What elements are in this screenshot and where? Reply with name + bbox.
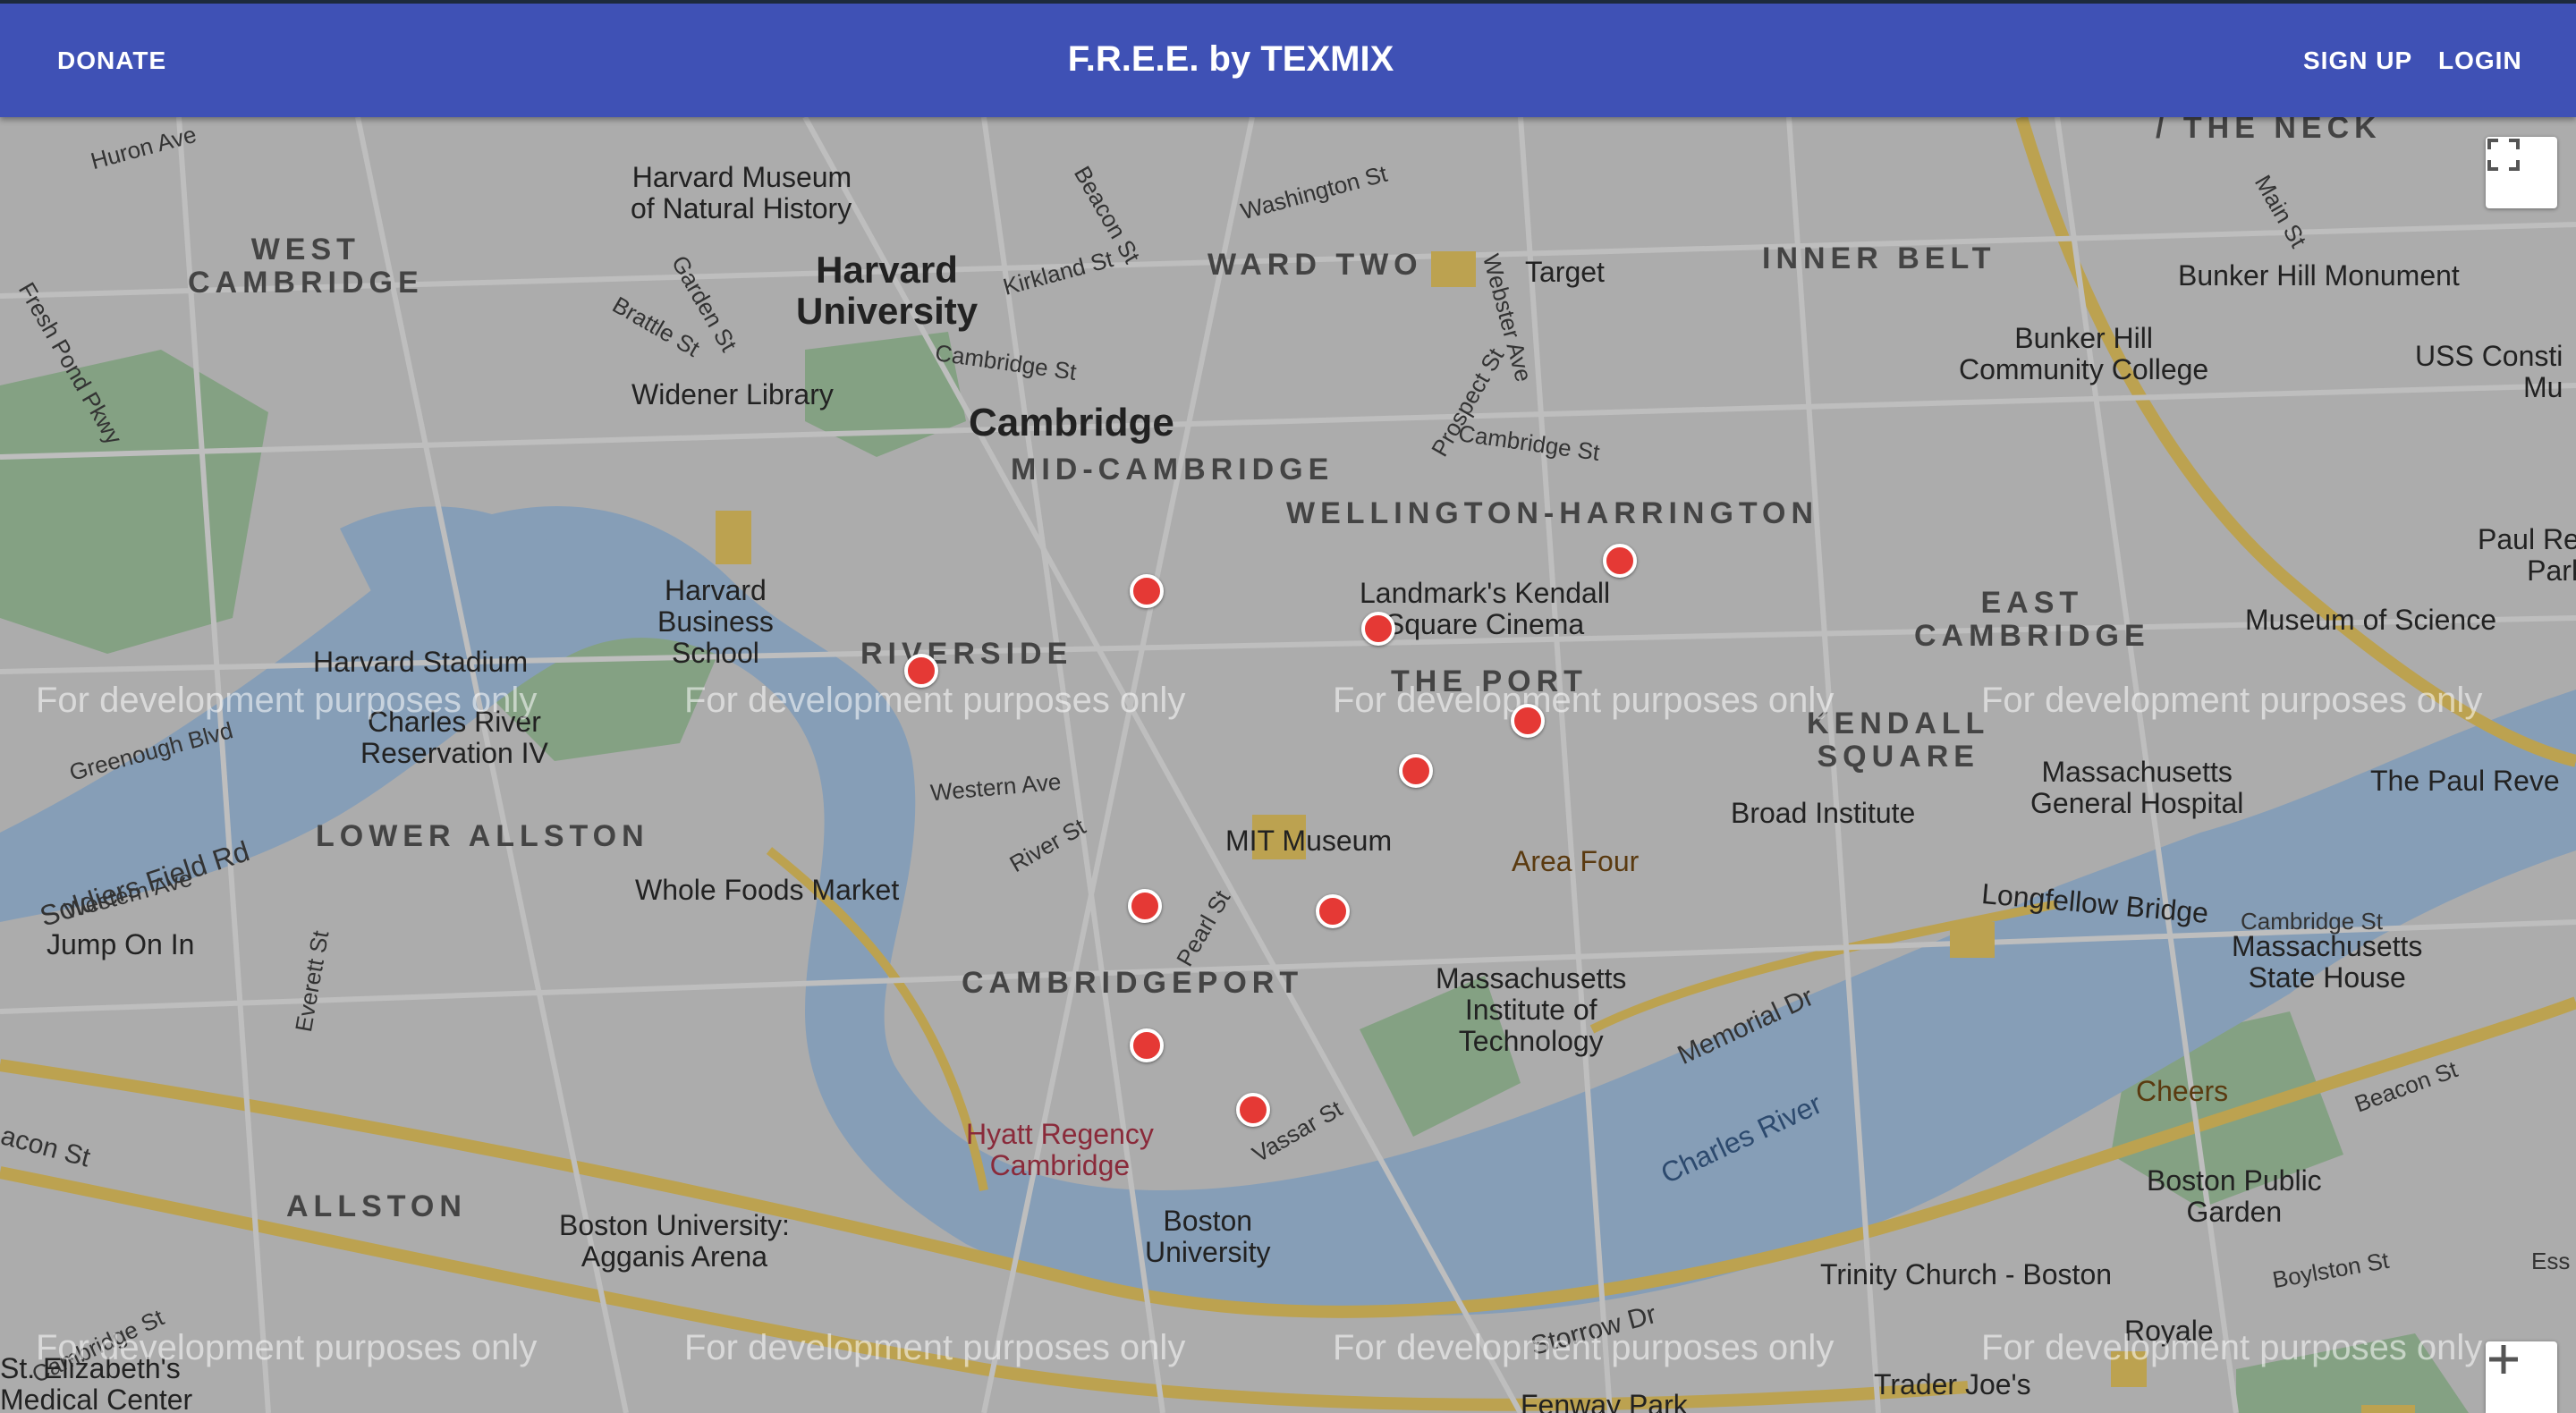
fullscreen-icon [2487, 139, 2520, 171]
map-label-trader-joes: Trader Joe's [1874, 1368, 2031, 1400]
map-label-kendall-square: KENDALL SQUARE [1807, 706, 1990, 774]
map-label-cambridge: Cambridge [969, 401, 1174, 444]
dev-watermark: For development purposes only [1333, 681, 1835, 720]
map-label-mid-cambridge: MID-CAMBRIDGE [1011, 453, 1335, 487]
map-marker[interactable] [1511, 704, 1545, 738]
map-label-mit-museum: MIT Museum [1225, 825, 1393, 857]
map-label-cheers: Cheers [2136, 1075, 2229, 1107]
map-marker[interactable] [1399, 754, 1433, 788]
map-marker[interactable] [904, 654, 938, 688]
map-marker[interactable] [1236, 1093, 1270, 1127]
map-label-mit: Massachusetts Institute of Technology [1436, 962, 1627, 1058]
map-label-lower-allston: LOWER ALLSTON [316, 819, 649, 853]
dev-watermark: For development purposes only [36, 1328, 538, 1367]
map-label-allston: ALLSTON [286, 1189, 467, 1223]
map-label-inner-belt: INNER BELT [1762, 241, 1996, 275]
map-label-harvard-university: Harvard University [796, 249, 979, 333]
map-label-hyatt-regency: Hyatt Regency Cambridge [966, 1118, 1154, 1182]
map-marker[interactable] [1603, 544, 1637, 578]
map-label-broad-institute: Broad Institute [1731, 797, 1916, 829]
map-label-area-four: Area Four [1512, 845, 1640, 877]
map-label-harvard-stadium: Harvard Stadium [313, 646, 529, 678]
map-view[interactable]: Huron Ave Fresh Pond Pkwy Harvard Museum… [0, 117, 2576, 1413]
map-label-widener-library: Widener Library [631, 378, 834, 410]
map-marker[interactable] [1316, 894, 1350, 928]
sign-up-button[interactable]: SIGN UP [2303, 47, 2412, 75]
map-label-target: Target [1525, 256, 1605, 288]
map-label-museum-of-science: Museum of Science [2245, 604, 2497, 636]
map-label-jump-on-in: Jump On In [47, 928, 195, 960]
map-marker[interactable] [1130, 1028, 1164, 1062]
map-label-bunker-hill-monument: Bunker Hill Monument [2178, 259, 2460, 292]
dev-watermark: For development purposes only [36, 681, 538, 720]
map-label-mass-general: Massachusetts General Hospital [2030, 756, 2244, 820]
map-label-boston-public-garden: Boston Public Garden [2147, 1164, 2322, 1229]
map-label-landmark-cinema: Landmark's Kendall Square Cinema [1360, 577, 1611, 641]
map-label-whole-foods: Whole Foods Market [635, 874, 900, 906]
map-label-bu-agganis-arena: Boston University: Agganis Arena [559, 1209, 790, 1273]
dev-watermark: For development purposes only [1981, 1328, 2483, 1367]
map-label-west-cambridge: WEST CAMBRIDGE [188, 233, 424, 300]
map-label-bunker-hill-cc: Bunker Hill Community College [1959, 322, 2209, 386]
map-label-cambridgeport: CAMBRIDGEPORT [962, 966, 1304, 1000]
map-label-boston-university: Boston University [1145, 1205, 1271, 1269]
map-marker[interactable] [1130, 574, 1164, 608]
map-label-harvard-business-school: Harvard Business School [657, 574, 774, 670]
zoom-in-button[interactable] [2486, 1341, 2557, 1413]
fullscreen-button[interactable] [2486, 137, 2557, 208]
map-label-trinity-church: Trinity Church - Boston [1820, 1258, 2113, 1290]
map-label-uss-constitution: USS Consti Mu [2415, 340, 2563, 404]
map-label-paul-revere-park: Paul Revere Park [2478, 523, 2576, 588]
map-marker[interactable] [1128, 889, 1162, 923]
map-marker[interactable] [1361, 612, 1395, 646]
dev-watermark: For development purposes only [1981, 681, 2483, 720]
dev-watermark: For development purposes only [684, 1328, 1186, 1367]
app-bar: DONATE F.R.E.E. by TEXMIX SIGN UP LOGIN [0, 0, 2576, 117]
map-label-mass-state-house: Massachusetts State House [2232, 930, 2423, 994]
map-label-ward-two: WARD TWO [1208, 248, 1423, 282]
map-label-wellington-harrington: WELLINGTON-HARRINGTON [1286, 496, 1819, 530]
map-label-east-cambridge: EAST CAMBRIDGE [1914, 586, 2150, 654]
map-label-riverside: RIVERSIDE [860, 637, 1073, 671]
app-title: F.R.E.E. by TEXMIX [1067, 39, 1394, 79]
dev-watermark: For development purposes only [1333, 1328, 1835, 1367]
dev-watermark: For development purposes only [684, 681, 1186, 720]
map-label-paul-revere-house: The Paul Reve [2370, 765, 2560, 797]
login-button[interactable]: LOGIN [2438, 47, 2522, 75]
map-label-the-neck: / THE NECK [2156, 117, 2382, 145]
map-label-fenway-park: Fenway Park [1521, 1389, 1688, 1413]
plus-icon [2489, 1345, 2518, 1374]
map-label-ess: Ess [2531, 1248, 2571, 1274]
map-label-harvard-museum: Harvard Museum of Natural History [631, 161, 852, 225]
